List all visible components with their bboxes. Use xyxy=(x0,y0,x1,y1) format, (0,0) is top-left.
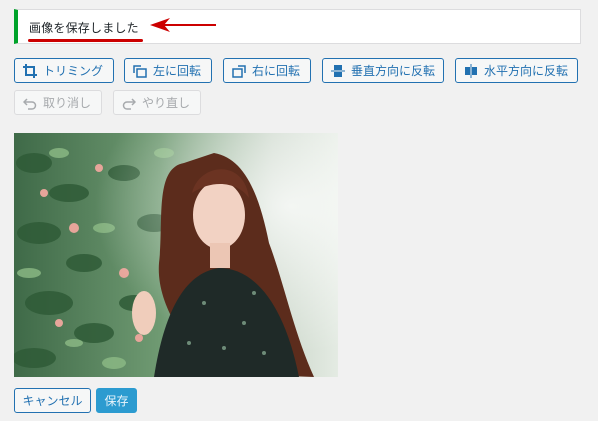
rotate-right-button[interactable]: 右に回転 xyxy=(223,58,311,83)
flip-horizontal-label: 水平方向に反転 xyxy=(484,64,569,78)
rotate-right-label: 右に回転 xyxy=(252,64,301,78)
undo-icon xyxy=(23,96,37,110)
notice-message: 画像を保存しました xyxy=(29,21,139,35)
rotate-left-button[interactable]: 左に回転 xyxy=(124,58,212,83)
rotate-right-icon xyxy=(232,64,246,78)
annotation-underline xyxy=(28,39,143,42)
rotate-left-label: 左に回転 xyxy=(153,64,202,78)
redo-icon xyxy=(122,96,136,110)
save-button[interactable]: 保存 xyxy=(96,388,137,413)
flip-vertical-icon xyxy=(331,64,345,78)
image-preview xyxy=(14,133,338,377)
photo-illustration xyxy=(14,133,338,377)
success-notice: 画像を保存しました xyxy=(14,9,581,44)
cancel-label: キャンセル xyxy=(22,394,83,408)
crop-label: トリミング xyxy=(43,64,104,78)
rotate-left-icon xyxy=(133,64,147,78)
crop-icon xyxy=(23,63,37,78)
undo-button[interactable]: 取り消し xyxy=(14,90,102,115)
flip-horizontal-button[interactable]: 水平方向に反転 xyxy=(455,58,578,83)
flip-horizontal-icon xyxy=(464,63,478,78)
flip-vertical-label: 垂直方向に反転 xyxy=(351,64,436,78)
undo-label: 取り消し xyxy=(43,96,92,110)
redo-label: やり直し xyxy=(142,96,191,110)
crop-button[interactable]: トリミング xyxy=(14,58,114,83)
save-label: 保存 xyxy=(104,394,129,408)
flip-vertical-button[interactable]: 垂直方向に反転 xyxy=(322,58,444,83)
annotation-arrow-icon xyxy=(150,18,216,32)
redo-button[interactable]: やり直し xyxy=(113,90,201,115)
cancel-button[interactable]: キャンセル xyxy=(14,388,91,413)
